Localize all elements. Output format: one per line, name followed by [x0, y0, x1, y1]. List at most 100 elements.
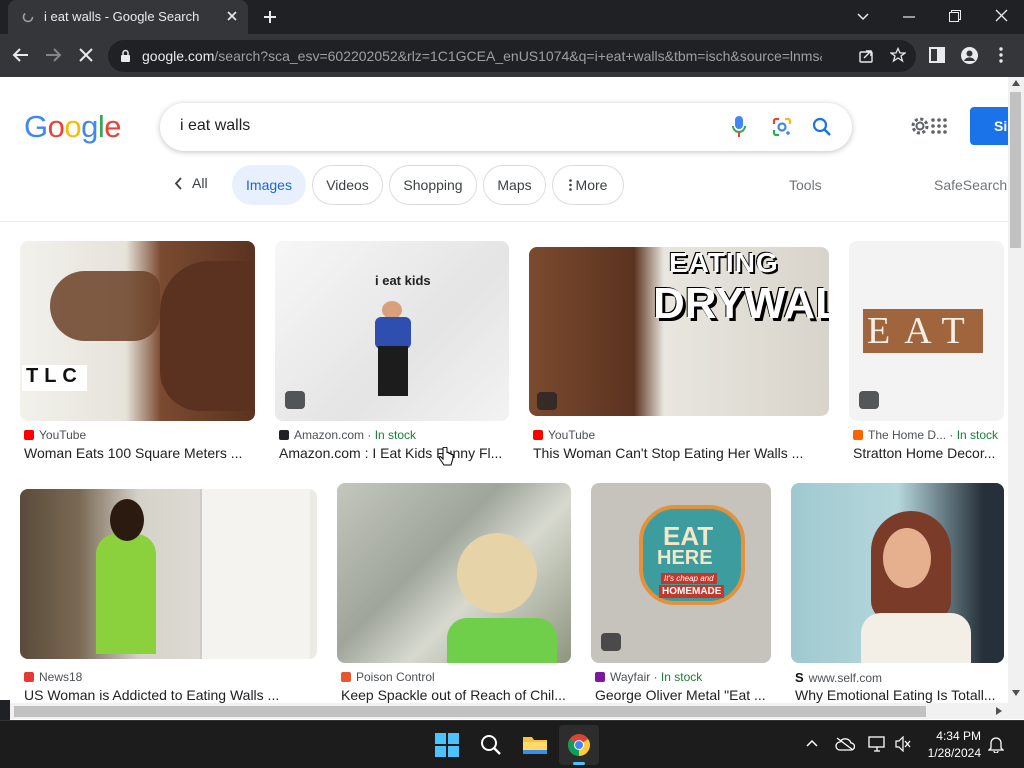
result-source[interactable]: YouTube [533, 428, 595, 442]
share-icon[interactable] [858, 48, 874, 64]
back-to-all-link[interactable]: All [174, 175, 208, 191]
result-image[interactable]: i eat kids [275, 241, 509, 421]
vertical-scrollbar-thumb[interactable] [1010, 92, 1021, 248]
poison-control-favicon-icon [341, 672, 351, 682]
source-name: Poison Control [356, 670, 435, 684]
result-title[interactable]: Why Emotional Eating Is Totall... [795, 687, 1001, 703]
image-person-head [110, 499, 144, 541]
search-box[interactable]: i eat walls [160, 103, 852, 151]
stop-loading-icon[interactable] [77, 46, 95, 64]
taskbar-time[interactable]: 4:34 PM [911, 729, 981, 743]
file-explorer-icon[interactable] [522, 734, 548, 756]
close-tab-icon[interactable] [226, 10, 238, 22]
forward-arrow-icon[interactable] [44, 46, 62, 64]
result-image[interactable] [20, 489, 317, 659]
image-hand-region [50, 271, 160, 341]
result-title[interactable]: Woman Eats 100 Square Meters ... [24, 445, 252, 461]
sign-in-button[interactable]: Si [970, 107, 1010, 145]
tools-button[interactable]: Tools [789, 177, 822, 193]
side-dark-strip [0, 700, 10, 720]
image-sign-text: EAT [863, 309, 983, 353]
chrome-taskbar-button[interactable] [559, 725, 599, 765]
result-title[interactable]: Keep Spackle out of Reach of Chil... [341, 687, 571, 703]
taskbar-date[interactable]: 1/28/2024 [911, 746, 981, 760]
windows-start-icon[interactable] [435, 733, 459, 757]
new-tab-icon[interactable] [262, 9, 278, 25]
chip-shopping[interactable]: Shopping [389, 165, 477, 205]
active-app-indicator [573, 762, 585, 765]
image-woman-top [861, 613, 971, 663]
profile-icon[interactable] [961, 47, 978, 64]
google-logo[interactable]: Google [24, 109, 122, 145]
url-text: google.com/search?sca_esv=602202052&rlz=… [142, 48, 822, 64]
chip-maps[interactable]: Maps [483, 165, 546, 205]
result-source[interactable]: Poison Control [341, 670, 435, 684]
image-child-hair [457, 533, 537, 613]
result-title[interactable]: Stratton Home Decor... [853, 445, 1003, 461]
result-image[interactable]: TLC [20, 241, 255, 421]
restore-icon[interactable] [949, 10, 961, 22]
lens-camera-icon[interactable] [772, 117, 792, 137]
image-person-shirt [96, 534, 156, 654]
source-name: Wayfair [610, 670, 651, 684]
result-source[interactable]: Wayfair · In stock [595, 670, 702, 684]
safesearch-button[interactable]: SafeSearch [934, 177, 1007, 193]
bookmark-star-icon[interactable] [890, 47, 906, 63]
result-title[interactable]: Amazon.com : I Eat Kids Funny Fl... [279, 445, 507, 461]
taskbar-search-icon[interactable] [480, 734, 502, 756]
result-title[interactable]: This Woman Can't Stop Eating Her Walls .… [533, 445, 823, 461]
browser-tab[interactable]: i eat walls - Google Search [8, 0, 248, 34]
address-bar[interactable]: google.com/search?sca_esv=602202052&rlz=… [108, 40, 916, 72]
result-source[interactable]: News18 [24, 670, 82, 684]
network-display-icon[interactable] [868, 736, 886, 752]
result-image[interactable]: EAT [849, 241, 1004, 421]
result-source[interactable]: Amazon.com · In stock [279, 428, 416, 442]
chrome-menu-icon[interactable] [999, 47, 1003, 63]
result-image[interactable] [337, 483, 571, 663]
all-label: All [192, 175, 208, 191]
result-source[interactable]: The Home D... · In stock [853, 428, 998, 442]
image-sign-text: HERE [657, 547, 713, 569]
search-magnifier-icon[interactable] [812, 117, 832, 137]
result-image[interactable]: EAT HERE It's cheap and HOMEMADE [591, 483, 771, 663]
search-query[interactable]: i eat walls [180, 117, 250, 135]
chip-images[interactable]: Images [232, 165, 306, 205]
voice-search-mic-icon[interactable] [732, 116, 746, 138]
result-source[interactable]: YouTube [24, 428, 86, 442]
shopping-tag-icon [285, 391, 305, 409]
chip-more[interactable]: More [552, 165, 624, 205]
scroll-up-arrow-icon[interactable] [1012, 80, 1020, 86]
result-title[interactable]: US Woman is Addicted to Eating Walls ... [24, 687, 314, 703]
result-image[interactable]: EATING DRYWALL [529, 247, 829, 416]
scroll-down-arrow-icon[interactable] [1012, 690, 1020, 696]
image-face-region [160, 261, 255, 411]
horizontal-scrollbar-thumb[interactable] [14, 706, 926, 717]
source-name: www.self.com [808, 671, 883, 685]
logo-letter: o [47, 109, 65, 144]
back-arrow-icon[interactable] [12, 46, 30, 64]
minimize-icon[interactable] [903, 16, 915, 18]
chip-videos[interactable]: Videos [312, 165, 383, 205]
tab-search-chevron-icon[interactable] [857, 11, 869, 21]
youtube-favicon-icon [533, 430, 543, 440]
result-image[interactable] [791, 483, 1004, 663]
windows-taskbar: 4:34 PM 1/28/2024 [0, 720, 1024, 768]
result-source[interactable]: Swww.self.com [795, 670, 882, 685]
image-overlay-text: EATING [669, 247, 779, 278]
result-title[interactable]: George Oliver Metal "Eat ... [595, 687, 771, 703]
close-window-icon[interactable] [995, 9, 1008, 22]
notification-bell-icon[interactable] [988, 736, 1004, 753]
apps-grid-icon[interactable] [931, 118, 947, 134]
volume-muted-icon[interactable] [895, 736, 911, 752]
lock-icon[interactable] [120, 49, 131, 63]
scroll-right-arrow-icon[interactable] [996, 707, 1002, 715]
show-hidden-icons-chevron-icon[interactable] [806, 739, 818, 747]
onedrive-icon[interactable] [835, 737, 855, 751]
tab-strip: i eat walls - Google Search [0, 0, 1024, 34]
self-favicon-icon: S [795, 670, 804, 685]
settings-gear-icon[interactable] [909, 115, 931, 137]
tab-title: i eat walls - Google Search [44, 9, 200, 24]
side-panel-icon[interactable] [929, 47, 945, 63]
in-stock-badge: In stock [660, 670, 703, 684]
image-sign-text: It's cheap and [661, 573, 717, 584]
